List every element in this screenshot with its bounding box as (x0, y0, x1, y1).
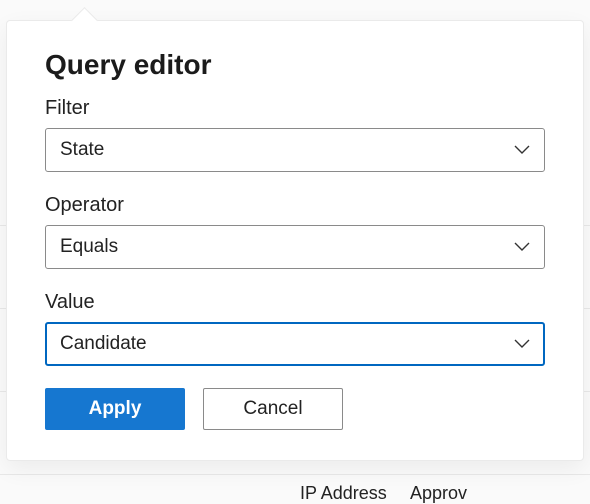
apply-button[interactable]: Apply (45, 388, 185, 430)
filter-label: Filter (45, 97, 545, 120)
bg-text: IP Address (300, 483, 387, 504)
chevron-down-icon (514, 145, 530, 155)
operator-value: Equals (60, 236, 118, 258)
value-dropdown[interactable]: Candidate (45, 322, 545, 366)
value-value: Candidate (60, 333, 147, 355)
cancel-button[interactable]: Cancel (203, 388, 343, 430)
chevron-down-icon (514, 242, 530, 252)
chevron-down-icon (514, 339, 530, 349)
filter-value: State (60, 139, 104, 161)
panel-title: Query editor (45, 49, 545, 81)
action-buttons: Apply Cancel (45, 388, 545, 430)
bg-separator (0, 474, 590, 475)
operator-dropdown[interactable]: Equals (45, 225, 545, 269)
filter-dropdown[interactable]: State (45, 128, 545, 172)
value-label: Value (45, 291, 545, 314)
query-editor-panel: Query editor Filter State Operator Equal… (6, 20, 584, 461)
operator-label: Operator (45, 194, 545, 217)
bg-text: Approv (410, 483, 467, 504)
